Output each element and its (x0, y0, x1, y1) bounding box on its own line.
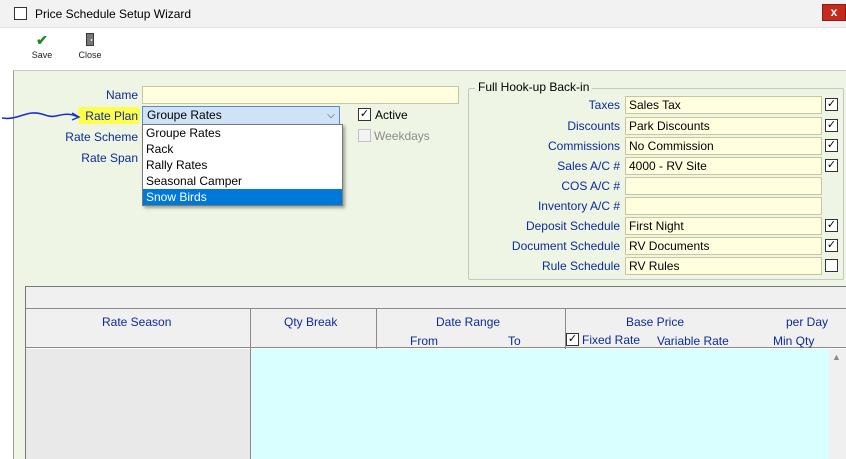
inventory-account-field[interactable] (625, 197, 822, 215)
date-from-header[interactable]: From (410, 334, 438, 348)
grid-rate-season-cell[interactable] (26, 349, 250, 459)
commissions-field[interactable]: No Commission (625, 137, 822, 155)
rate-plan-option[interactable]: Groupe Rates (143, 125, 342, 141)
window-title: Price Schedule Setup Wizard (35, 7, 192, 21)
taxes-checkbox[interactable]: ✓ (825, 98, 838, 111)
sales-account-checkbox[interactable]: ✓ (825, 159, 838, 172)
discounts-label: Discounts (567, 119, 620, 133)
cos-account-label: COS A/C # (561, 179, 620, 193)
rate-span-label: Rate Span (81, 151, 138, 165)
qty-break-header[interactable]: Qty Break (284, 315, 337, 329)
variable-rate-header[interactable]: Variable Rate (657, 334, 729, 348)
rate-plan-option[interactable]: Seasonal Camper (143, 173, 342, 189)
document-schedule-checkbox[interactable]: ✓ (825, 239, 838, 252)
deposit-schedule-checkbox[interactable]: ✓ (825, 219, 838, 232)
rate-plan-select[interactable]: Groupe Rates (142, 106, 340, 125)
window-system-checkbox[interactable] (14, 7, 27, 20)
weekdays-checkbox[interactable] (358, 129, 371, 142)
grid-data-cells[interactable] (251, 349, 829, 459)
grid-top-bar (26, 287, 846, 309)
deposit-schedule-field[interactable]: First Night (625, 217, 822, 235)
discounts-field[interactable]: Park Discounts (625, 117, 822, 135)
rule-schedule-field[interactable]: RV Rules (625, 257, 822, 275)
date-to-header[interactable]: To (508, 334, 521, 348)
grid-vertical-scrollbar[interactable] (829, 349, 846, 459)
document-schedule-label: Document Schedule (511, 239, 620, 253)
door-icon (70, 32, 110, 48)
deposit-schedule-label: Deposit Schedule (525, 219, 620, 233)
fixed-rate-header[interactable]: Fixed Rate (582, 333, 640, 347)
per-day-header[interactable]: per Day (786, 315, 828, 329)
active-checkbox[interactable]: ✓ (358, 108, 371, 121)
inventory-account-label: Inventory A/C # (537, 199, 620, 213)
document-schedule-field[interactable]: RV Documents (625, 237, 822, 255)
close-button[interactable]: Close (70, 32, 110, 64)
rate-plan-option-highlighted[interactable]: Snow Birds (143, 189, 342, 205)
rule-schedule-checkbox[interactable] (825, 259, 838, 272)
taxes-field[interactable]: Sales Tax (625, 96, 822, 114)
date-range-header[interactable]: Date Range (436, 315, 500, 329)
cos-account-field[interactable] (625, 177, 822, 195)
rate-plan-option[interactable]: Rally Rates (143, 157, 342, 173)
name-label: Name (105, 88, 138, 102)
sales-account-field[interactable]: 4000 - RV Site (625, 157, 822, 175)
rule-schedule-label: Rule Schedule (541, 259, 620, 273)
weekdays-label: Weekdays (374, 129, 430, 143)
close-button-label: Close (78, 50, 102, 60)
window-close-button[interactable]: x (822, 4, 846, 21)
green-checkmark-icon: ✔ (36, 32, 48, 48)
discounts-checkbox[interactable]: ✓ (825, 119, 838, 132)
base-price-header[interactable]: Base Price (626, 315, 684, 329)
fixed-rate-checkbox[interactable]: ✓ (566, 333, 579, 346)
active-label: Active (375, 108, 408, 122)
save-button-label: Save (31, 50, 53, 60)
rate-plan-label: Rate Plan (85, 109, 138, 123)
name-field[interactable] (142, 86, 459, 104)
rate-season-header[interactable]: Rate Season (102, 315, 171, 329)
rate-scheme-label: Rate Scheme (65, 130, 138, 144)
min-qty-header[interactable]: Min Qty (773, 334, 814, 348)
save-button[interactable]: ✔ Save (22, 32, 62, 64)
rate-plan-dropdown-list: Groupe Rates Rack Rally Rates Seasonal C… (142, 124, 343, 206)
hookup-group-legend: Full Hook-up Back-in (475, 80, 593, 94)
commissions-label: Commissions (547, 139, 620, 153)
scroll-up-arrow-icon[interactable]: ▲ (832, 352, 841, 362)
sales-account-label: Sales A/C # (557, 159, 620, 173)
rate-plan-option[interactable]: Rack (143, 141, 342, 157)
toolbar (0, 28, 846, 68)
commissions-checkbox[interactable]: ✓ (825, 139, 838, 152)
chevron-down-icon[interactable]: ⌵ (324, 107, 338, 124)
taxes-label: Taxes (588, 98, 620, 112)
